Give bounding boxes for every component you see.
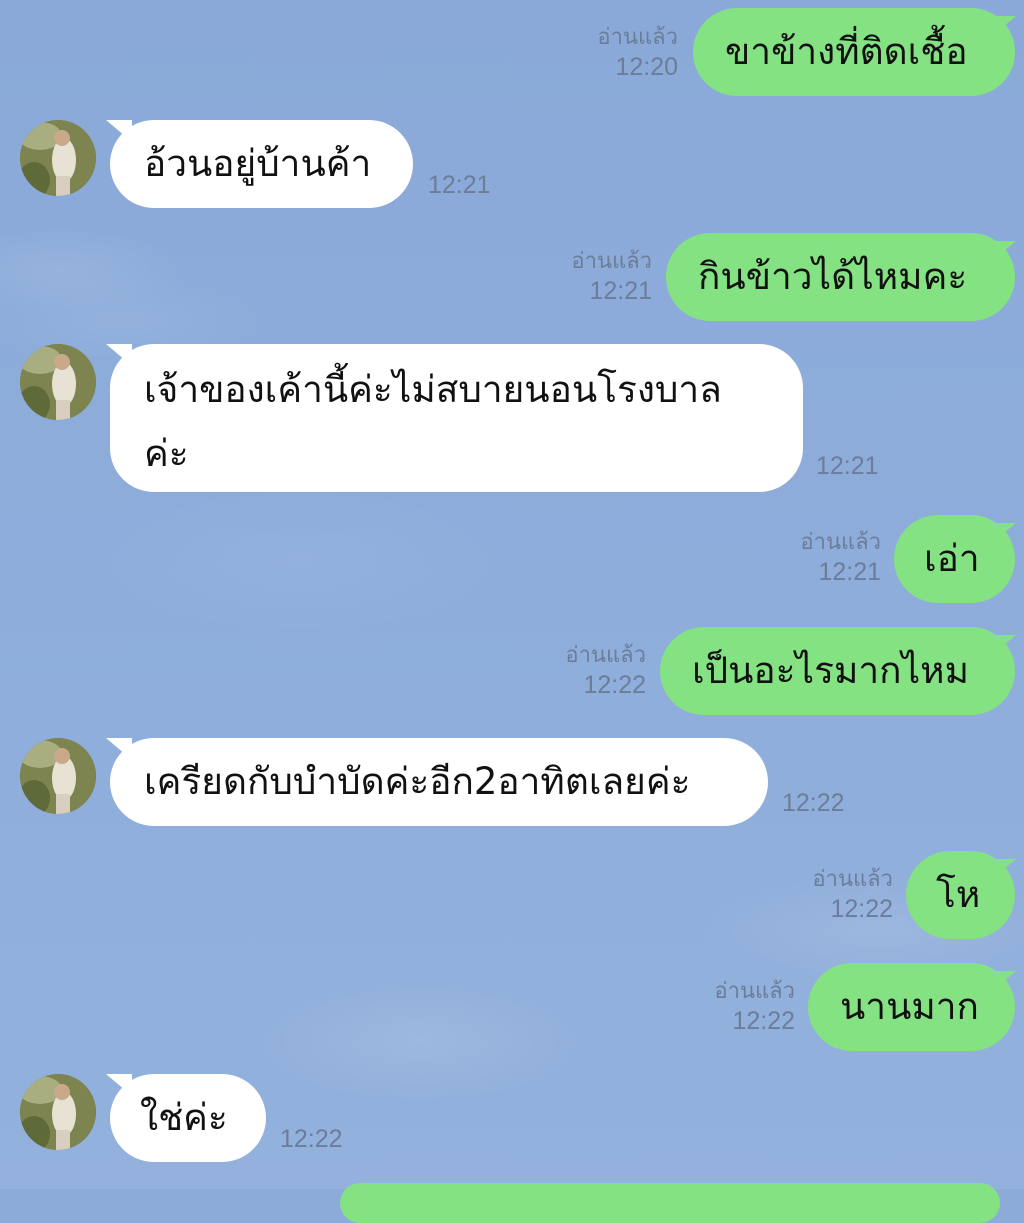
incoming-message-bubble[interactable]: เจ้าของเค้านี้ค่ะไม่สบายนอนโรงบาล ค่ะ [110, 344, 803, 492]
message-text-line-1: เจ้าของเค้านี้ค่ะไม่สบายนอนโรงบาล [144, 368, 722, 411]
incoming-message-bubble[interactable]: ใช่ค่ะ [110, 1074, 266, 1162]
incoming-message-bubble[interactable]: เครียดกับบำบัดค่ะอีก2อาทิตเลยค่ะ [110, 738, 768, 826]
message-time: 12:22 [830, 895, 893, 923]
incoming-message-bubble[interactable]: อ้วนอยู่บ้านค้า [110, 120, 413, 208]
message-text: เป็นอะไรมากไหม [692, 649, 969, 692]
contact-avatar[interactable] [20, 1074, 96, 1150]
message-time: 12:21 [816, 452, 879, 480]
message-time: 12:22 [583, 671, 646, 699]
message-time: 12:20 [615, 53, 678, 81]
message-meta: อ่านแล้ว 12:22 [714, 976, 795, 1036]
outgoing-message-bubble[interactable]: เป็นอะไรมากไหม [660, 627, 1015, 715]
outgoing-message-bubble[interactable]: นานมาก [808, 963, 1015, 1051]
read-receipt: อ่านแล้ว [800, 529, 881, 554]
bubble-tail [106, 1074, 132, 1096]
message-meta: อ่านแล้ว 12:22 [812, 864, 893, 924]
message-meta: อ่านแล้ว 12:21 [800, 527, 881, 587]
message-text: ใช่ค่ะ [140, 1096, 228, 1139]
bubble-tail [990, 241, 1016, 263]
message-time: 12:21 [428, 171, 491, 199]
contact-avatar[interactable] [20, 344, 96, 420]
message-time: 12:21 [589, 277, 652, 305]
message-text: เครียดกับบำบัดค่ะอีก2อาทิตเลยค่ะ [144, 760, 691, 803]
contact-avatar[interactable] [20, 738, 96, 814]
message-time: 12:21 [818, 558, 881, 586]
message-text: นานมาก [840, 985, 979, 1028]
message-meta: อ่านแล้ว 12:21 [571, 246, 652, 306]
read-receipt: อ่านแล้ว [597, 24, 678, 49]
message-time: 12:22 [782, 789, 845, 817]
bubble-tail [990, 859, 1016, 881]
avatar-photo-icon [20, 120, 96, 196]
bubble-tail [106, 120, 132, 142]
outgoing-message-bubble[interactable]: กินข้าวได้ไหมคะ [666, 233, 1015, 321]
bubble-tail [990, 971, 1016, 993]
message-text: เอ่า [924, 537, 980, 580]
read-receipt: อ่านแล้ว [571, 248, 652, 273]
read-receipt: อ่านแล้ว [714, 978, 795, 1003]
read-receipt: อ่านแล้ว [812, 866, 893, 891]
message-text: โห [936, 873, 981, 916]
message-text-line-2: ค่ะ [144, 432, 189, 475]
outgoing-message-bubble[interactable]: ขาข้างที่ติดเชื้อ [693, 8, 1015, 96]
message-text: กินข้าวได้ไหมคะ [698, 255, 968, 298]
message-time: 12:22 [280, 1125, 343, 1153]
message-meta: อ่านแล้ว 12:20 [597, 22, 678, 82]
read-receipt: อ่านแล้ว [565, 642, 646, 667]
avatar-photo-icon [20, 344, 96, 420]
avatar-photo-icon [20, 1074, 96, 1150]
bubble-tail [106, 738, 132, 760]
message-meta: อ่านแล้ว 12:22 [565, 640, 646, 700]
avatar-photo-icon [20, 738, 96, 814]
bubble-tail [990, 523, 1016, 545]
bubble-tail [990, 635, 1016, 657]
bubble-tail [106, 344, 132, 366]
bubble-tail [990, 16, 1016, 38]
contact-avatar[interactable] [20, 120, 96, 196]
outgoing-message-bubble-partial[interactable] [340, 1183, 1000, 1223]
message-text: อ้วนอยู่บ้านค้า [144, 142, 372, 185]
message-time: 12:22 [732, 1007, 795, 1035]
message-text: ขาข้างที่ติดเชื้อ [725, 30, 968, 73]
